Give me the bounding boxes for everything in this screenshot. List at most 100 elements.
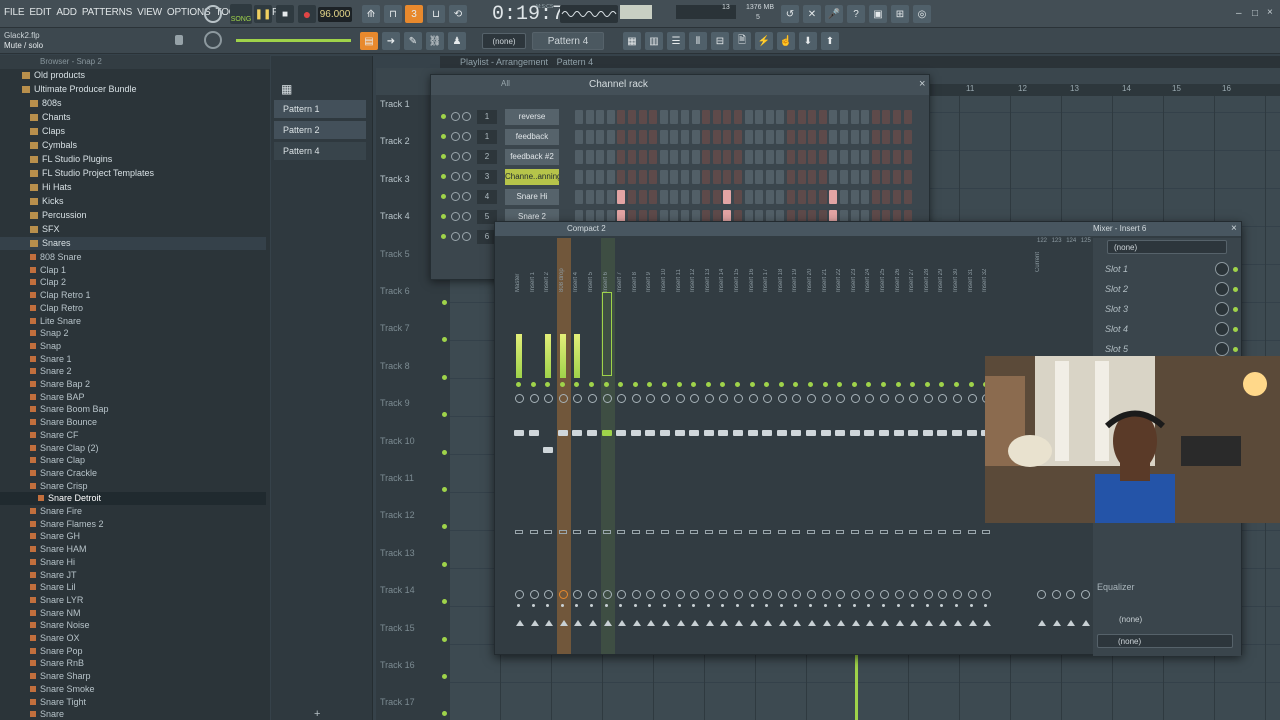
- pan-knob[interactable]: [617, 394, 627, 403]
- mixer-strip[interactable]: Insert 28: [922, 238, 936, 654]
- pan-knob[interactable]: [719, 394, 729, 403]
- mute-led[interactable]: [632, 382, 638, 387]
- pattern-item[interactable]: Pattern 4: [274, 142, 366, 160]
- slot-mix-knob[interactable]: [1215, 262, 1229, 276]
- step-button[interactable]: [903, 130, 912, 144]
- fx-dot[interactable]: [911, 604, 915, 607]
- step-button[interactable]: [755, 130, 764, 144]
- mic-icon[interactable]: 🎤: [825, 5, 843, 23]
- volume-fader[interactable]: [776, 430, 787, 436]
- track-mute-led[interactable]: [442, 599, 447, 605]
- step-button[interactable]: [797, 170, 806, 184]
- pan-knob[interactable]: [923, 394, 933, 403]
- fx-dot[interactable]: [633, 604, 637, 607]
- mute-led[interactable]: [749, 382, 755, 387]
- pan-knob[interactable]: [953, 394, 962, 403]
- mixer-strip[interactable]: Insert 7: [615, 238, 629, 654]
- route-arrow[interactable]: [938, 530, 947, 534]
- volume-fader[interactable]: [879, 430, 889, 436]
- slot-enable-led[interactable]: [1233, 327, 1238, 332]
- slot-enable-led[interactable]: [1233, 267, 1238, 272]
- route-arrow[interactable]: [763, 530, 772, 534]
- route-arrow[interactable]: [923, 530, 932, 534]
- fx-dot[interactable]: [984, 604, 988, 607]
- step-button[interactable]: [575, 150, 583, 164]
- channel-name-button[interactable]: Snare Hi: [505, 189, 559, 205]
- step-button[interactable]: [681, 170, 689, 184]
- countdown-icon[interactable]: 3: [405, 5, 423, 23]
- track-label[interactable]: Track 1: [380, 99, 410, 109]
- mute-led[interactable]: [662, 382, 667, 387]
- step-button[interactable]: [744, 110, 753, 124]
- browser-file[interactable]: Snare Clap: [0, 454, 266, 467]
- browser-file[interactable]: Lite Snare: [0, 315, 266, 328]
- channel-led[interactable]: [441, 214, 446, 219]
- track-label[interactable]: Track 12: [380, 510, 415, 520]
- track-label[interactable]: Track 9: [380, 398, 410, 408]
- send-knob[interactable]: [719, 590, 729, 599]
- browser-file[interactable]: Snare LYR: [0, 594, 266, 607]
- send-knob[interactable]: [588, 590, 597, 599]
- channel-volume-knob[interactable]: [462, 132, 471, 141]
- step-button[interactable]: [765, 190, 774, 204]
- mute-led[interactable]: [516, 382, 521, 387]
- step-button[interactable]: [628, 190, 636, 204]
- route-triangle[interactable]: [720, 620, 729, 626]
- step-button[interactable]: [734, 190, 742, 204]
- step-button[interactable]: [723, 190, 732, 204]
- step-button[interactable]: [596, 190, 605, 204]
- send-knob[interactable]: [894, 590, 904, 599]
- volume-fader[interactable]: [630, 430, 641, 436]
- channel-volume-knob[interactable]: [462, 232, 471, 241]
- pan-knob[interactable]: [558, 394, 568, 403]
- step-button[interactable]: [818, 110, 827, 124]
- pan-knob[interactable]: [588, 394, 597, 403]
- step-button[interactable]: [871, 110, 880, 124]
- channel-pan-knob[interactable]: [451, 172, 460, 181]
- slot-mix-knob[interactable]: [1215, 282, 1229, 296]
- send-knob[interactable]: [763, 590, 773, 599]
- step-button[interactable]: [638, 110, 647, 124]
- fx-dot[interactable]: [575, 604, 579, 607]
- route-arrow[interactable]: [719, 530, 728, 534]
- route-arrow[interactable]: [558, 530, 567, 534]
- channel-led[interactable]: [441, 114, 446, 119]
- browser-file[interactable]: Snare Lil: [0, 581, 266, 594]
- fx-dot[interactable]: [560, 604, 564, 607]
- step-button[interactable]: [723, 130, 732, 144]
- volume-fader[interactable]: [937, 430, 948, 436]
- menu-patterns[interactable]: PATTERNS: [82, 7, 132, 18]
- mixer-strip[interactable]: Insert 15: [732, 238, 746, 654]
- step-button[interactable]: [702, 110, 711, 124]
- browser-file[interactable]: 808 Snare: [0, 251, 266, 264]
- volume-fader[interactable]: [791, 430, 802, 436]
- step-button[interactable]: [606, 190, 615, 204]
- step-button[interactable]: [691, 150, 700, 164]
- channel-row[interactable]: 4 Snare Hi: [439, 189, 923, 205]
- route-triangle[interactable]: [559, 620, 568, 626]
- browser-folder[interactable]: Claps: [0, 125, 266, 138]
- step-button[interactable]: [861, 170, 870, 184]
- mixer-strip[interactable]: Master: [513, 238, 527, 654]
- save-icon[interactable]: ▣: [869, 5, 887, 23]
- channel-pan-knob[interactable]: [451, 232, 460, 241]
- browser-file[interactable]: Snare GH: [0, 530, 266, 543]
- channel-led[interactable]: [441, 154, 446, 159]
- fx-dot[interactable]: [531, 604, 535, 607]
- send-knob[interactable]: [690, 590, 700, 599]
- step-button[interactable]: [585, 190, 594, 204]
- route-triangle[interactable]: [1052, 620, 1061, 626]
- export-icon[interactable]: ⬆: [821, 32, 839, 50]
- mixer-strip[interactable]: Insert 20: [805, 238, 819, 654]
- step-button[interactable]: [596, 110, 605, 124]
- mute-led[interactable]: [895, 382, 901, 387]
- step-button[interactable]: [712, 110, 721, 124]
- route-triangle[interactable]: [705, 620, 714, 626]
- browser-file[interactable]: Snare RnB: [0, 657, 266, 670]
- step-button[interactable]: [850, 190, 859, 204]
- effect-slot[interactable]: Slot 4: [1093, 320, 1239, 338]
- volume-fader[interactable]: [601, 430, 612, 436]
- step-button[interactable]: [903, 150, 912, 164]
- route-arrow[interactable]: [777, 530, 786, 534]
- track-label[interactable]: Track 16: [380, 660, 415, 670]
